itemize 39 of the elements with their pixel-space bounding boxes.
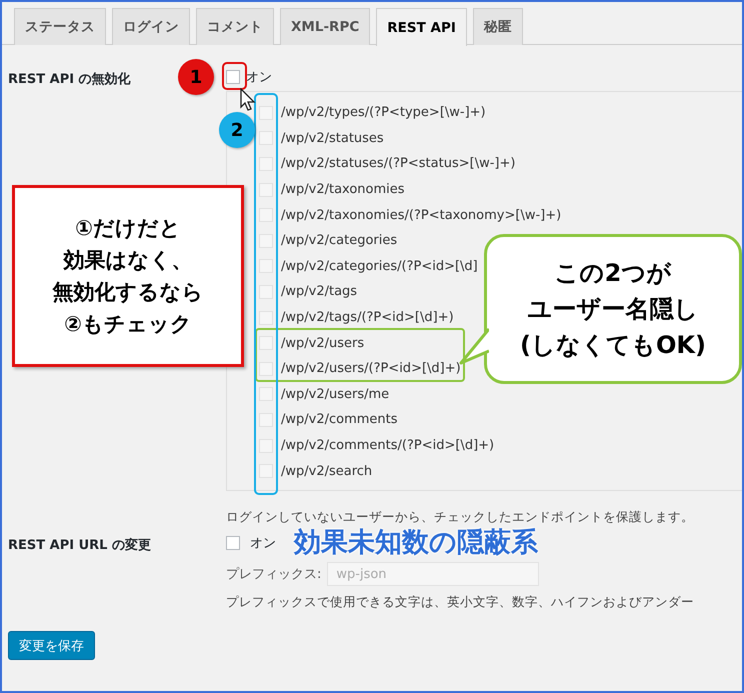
checkbox-label: オン [250,535,276,552]
endpoint-path: /wp/v2/categories [281,233,398,248]
checkbox[interactable] [226,70,240,84]
note-box: ①だけだと 効果はなく、 無効化するなら ②もチェック [12,185,244,367]
tab[interactable]: ステータス [14,8,106,45]
endpoint-path: /wp/v2/comments/(?P<id>[\d]+) [281,438,494,454]
endpoint-path: /wp/v2/statuses/(?P<status>[\w-]+) [281,156,516,172]
caption-text: 効果未知数の隠蔽系 [294,528,538,558]
setting-label: REST API URL の変更 [8,538,151,553]
tab[interactable]: 秘匿 [472,8,523,45]
number-marker: 2 [219,112,255,148]
description: プレフィックスで使用できる文字は、英小文字、数字、ハイフンおよびアンダー [226,594,694,609]
endpoint-path: /wp/v2/users/(?P<id>[\d]+) [281,361,461,376]
tab[interactable]: コメント [196,8,274,45]
endpoint-path: /wp/v2/taxonomies [281,182,405,198]
description: ログインしていないユーザーから、チェックしたエンドポイントを保護します。 [226,509,694,524]
checkbox[interactable] [226,536,240,550]
tab[interactable]: XML-RPC [280,8,370,45]
speech-bubble-tail [459,327,489,367]
save-button[interactable]: 変更を保存 [8,631,95,660]
endpoint-path: /wp/v2/comments [281,412,398,428]
endpoint-path: /wp/v2/types/(?P<type>[\w-]+) [281,105,486,120]
endpoint-path: /wp/v2/statuses [281,130,384,146]
endpoint-path: /wp/v2/users/me [281,386,390,402]
endpoint-path: /wp/v2/users [281,336,364,351]
tab[interactable]: ログイン [112,8,190,45]
number-marker: 1 [178,59,214,95]
endpoint-path: /wp/v2/tags [281,284,358,300]
endpoint-path: /wp/v2/categories/(?P<id>[\d] [281,258,478,274]
endpoint-path: /wp/v2/search [281,464,372,479]
prefix-field[interactable]: wp-json [327,562,540,586]
field-label: プレフィックス: [226,566,322,583]
tab[interactable]: REST API [376,8,467,46]
checkbox-label: オン [246,69,272,86]
endpoint-path: /wp/v2/taxonomies/(?P<taxonomy>[\w-]+) [281,208,562,223]
highlight-frame [222,62,247,90]
endpoint-path: /wp/v2/tags/(?P<id>[\d]+) [281,310,454,326]
setting-label: REST API の無効化 [8,72,131,87]
cursor-icon [240,88,256,112]
